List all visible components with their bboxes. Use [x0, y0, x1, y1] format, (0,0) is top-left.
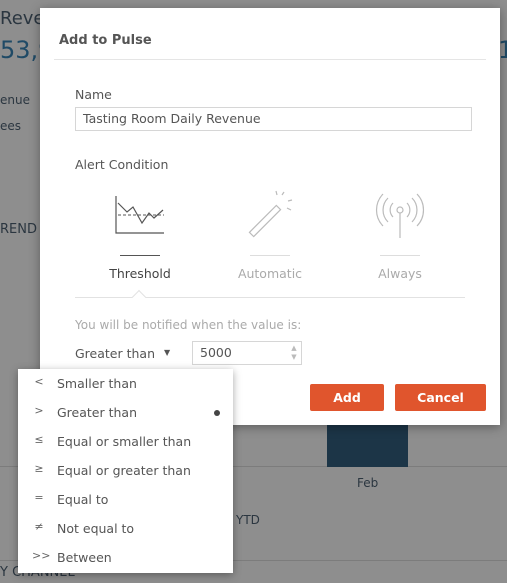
dropdown-item-label: Between — [57, 550, 112, 565]
option-automatic-label: Automatic — [237, 266, 303, 281]
alert-condition-label: Alert Condition — [75, 157, 169, 172]
title-divider — [54, 59, 486, 60]
bg-chart-bar — [327, 425, 408, 467]
option-underline — [120, 255, 160, 256]
selected-option-pointer — [131, 289, 147, 305]
broadcast-antenna-icon — [345, 188, 455, 248]
dropdown-item-equal-or-smaller[interactable]: ≤ Equal or smaller than — [18, 427, 233, 456]
bg-x-axis-label: Feb — [357, 476, 379, 490]
not-equal-icon: ≠ — [34, 520, 44, 533]
bg-column-label: enue — [0, 93, 30, 107]
option-underline — [250, 255, 290, 256]
less-or-equal-icon: ≤ — [34, 433, 44, 446]
dropdown-item-label: Not equal to — [57, 521, 135, 536]
dialog-title: Add to Pulse — [59, 33, 152, 48]
dropdown-item-equal-to[interactable]: = Equal to — [18, 485, 233, 514]
dropdown-item-label: Equal or smaller than — [57, 434, 192, 449]
threshold-value-text: 5000 — [200, 345, 232, 360]
dropdown-item-between[interactable]: >> Between — [18, 543, 233, 572]
bg-trend-label: REND — [0, 222, 37, 237]
bg-ytd-label: YTD — [236, 513, 260, 527]
spinner-down-icon[interactable]: ▼ — [289, 353, 299, 362]
threshold-value-input[interactable]: 5000 ▲ ▼ — [192, 341, 302, 365]
caret-down-icon[interactable]: ▼ — [164, 348, 170, 357]
option-threshold-label: Threshold — [109, 266, 171, 281]
dropdown-item-not-equal-to[interactable]: ≠ Not equal to — [18, 514, 233, 543]
dropdown-item-label: Equal or greater than — [57, 463, 191, 478]
dropdown-item-label: Smaller than — [57, 376, 137, 391]
comparison-select[interactable]: Greater than — [75, 346, 155, 361]
option-underline — [380, 255, 420, 256]
threshold-chart-icon — [85, 188, 195, 248]
name-input[interactable]: Tasting Room Daily Revenue — [75, 107, 472, 131]
dropdown-item-greater-than[interactable]: > Greater than — [18, 398, 233, 427]
dropdown-item-label: Greater than — [57, 405, 138, 420]
name-label: Name — [75, 87, 112, 102]
selected-indicator-icon — [214, 410, 220, 416]
dropdown-item-smaller-than[interactable]: < Smaller than — [18, 369, 233, 398]
dropdown-item-equal-or-greater[interactable]: ≥ Equal or greater than — [18, 456, 233, 485]
between-icon: >> — [32, 549, 51, 562]
add-to-pulse-dialog: Add to Pulse Name Tasting Room Daily Rev… — [40, 8, 500, 425]
bg-column-label: ees — [0, 119, 22, 133]
add-button[interactable]: Add — [310, 384, 384, 411]
greater-than-icon: > — [34, 404, 44, 417]
spinner-up-icon[interactable]: ▲ — [289, 344, 299, 353]
equals-icon: = — [34, 491, 44, 504]
dropdown-item-label: Equal to — [57, 492, 109, 507]
comparison-dropdown-menu: < Smaller than > Greater than ≤ Equal or… — [18, 369, 233, 573]
cancel-button[interactable]: Cancel — [395, 384, 486, 411]
option-always-label: Always — [378, 266, 422, 281]
greater-or-equal-icon: ≥ — [34, 462, 44, 475]
magic-wand-icon — [215, 188, 325, 248]
less-than-icon: < — [34, 375, 44, 388]
notify-text: You will be notified when the value is: — [75, 318, 302, 332]
